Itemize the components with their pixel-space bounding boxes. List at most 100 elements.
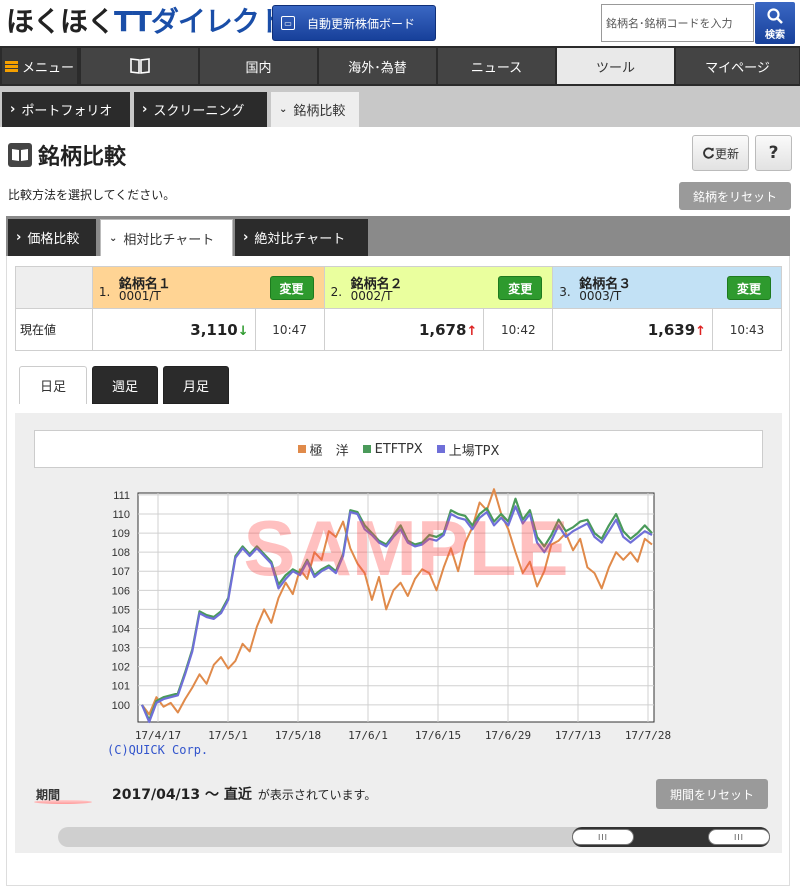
stock-time-1: 10:47 bbox=[254, 308, 325, 351]
refresh-label: 更新 bbox=[714, 146, 739, 161]
subnav-screening[interactable]: › スクリーニング bbox=[134, 92, 267, 127]
y-tick-label: 102 bbox=[112, 662, 130, 674]
chevron-down-icon: ⌄ bbox=[279, 104, 288, 115]
legend-label: ETFTPX bbox=[374, 441, 423, 457]
search-input[interactable] bbox=[601, 4, 754, 42]
logo-text-2: TT bbox=[114, 5, 152, 38]
current-price-label: 現在値 bbox=[15, 308, 93, 351]
table-row: 現在値 3,110↓ 10:47 1,678↑ 10:42 1,639↑ 10:… bbox=[15, 308, 782, 351]
auto-update-board-button[interactable]: ▭ 自動更新株価ボード bbox=[272, 5, 436, 41]
tab-monthly[interactable]: 月足 bbox=[163, 366, 229, 404]
price-value: 3,110 bbox=[190, 320, 238, 339]
header: ほくほくTTダイレクト ▭ 自動更新株価ボード 検索 bbox=[0, 0, 800, 46]
menu-label: メニュー bbox=[21, 60, 74, 76]
sub-nav: › ポートフォリオ › スクリーニング ⌄ 銘柄比較 bbox=[0, 86, 800, 127]
refresh-button[interactable]: 更新 bbox=[692, 135, 749, 171]
book-icon bbox=[129, 58, 150, 74]
chart-legend: 極 洋 ETFTPX 上場TPX bbox=[34, 430, 763, 468]
main-nav: メニュー 国内 海外･為替 ニュース ツール マイページ bbox=[0, 46, 800, 86]
board-icon: ▭ bbox=[281, 16, 295, 30]
refresh-icon bbox=[703, 147, 715, 159]
nav-item-mypage[interactable]: マイページ bbox=[676, 48, 800, 84]
price-value: 1,639 bbox=[647, 320, 696, 339]
arrow-up-icon: ↑ bbox=[466, 323, 478, 339]
change-stock-3-button[interactable]: 変更 bbox=[727, 276, 771, 300]
chart-copyright: (C)QUICK Corp. bbox=[107, 743, 208, 757]
stock-code: 0001/T bbox=[118, 289, 161, 303]
period-suffix: が表示されています。 bbox=[257, 788, 377, 802]
tab-price-compare[interactable]: › 価格比較 bbox=[8, 219, 96, 256]
change-stock-1-button[interactable]: 変更 bbox=[269, 276, 314, 300]
nav-item-overseas[interactable]: 海外･為替 bbox=[319, 48, 437, 84]
reset-period-button[interactable]: 期間をリセット bbox=[656, 779, 768, 809]
x-tick-label: 17/7/13 bbox=[555, 729, 601, 742]
tab-relative-chart-label: 相対比チャート bbox=[123, 232, 215, 248]
x-tick-label: 17/7/28 bbox=[625, 729, 671, 742]
stock-code: 0003/T bbox=[579, 289, 622, 303]
x-tick-label: 17/6/15 bbox=[415, 729, 461, 742]
tab-absolute-chart[interactable]: › 絶対比チャート bbox=[235, 219, 368, 256]
tab-daily[interactable]: 日足 bbox=[19, 366, 87, 404]
nav-item-book[interactable] bbox=[81, 48, 199, 84]
subnav-compare[interactable]: ⌄ 銘柄比較 bbox=[271, 92, 359, 127]
range-handle-right[interactable]: III bbox=[708, 829, 770, 845]
board-button-label: 自動更新株価ボード bbox=[307, 16, 416, 31]
table-row: 1. 銘柄名１ 0001/T 変更 2. 銘柄名２ 0002/T 変更 3. 銘… bbox=[15, 266, 782, 309]
x-tick-label: 17/5/18 bbox=[275, 729, 321, 742]
legend-swatch bbox=[297, 445, 306, 453]
arrow-up-icon: ↑ bbox=[695, 323, 707, 339]
table-corner bbox=[15, 266, 93, 309]
tab-relative-chart[interactable]: ⌄ 相対比チャート bbox=[100, 219, 233, 256]
reset-symbols-button[interactable]: 銘柄をリセット bbox=[679, 182, 791, 210]
y-tick-label: 110 bbox=[112, 509, 130, 521]
stock-num: 1. bbox=[98, 285, 111, 299]
x-tick-label: 17/6/29 bbox=[485, 729, 531, 742]
y-tick-label: 106 bbox=[112, 585, 130, 597]
nav-item-domestic[interactable]: 国内 bbox=[200, 48, 318, 84]
stock-header-2: 2. 銘柄名２ 0002/T 変更 bbox=[323, 266, 554, 309]
tab-weekly[interactable]: 週足 bbox=[92, 366, 158, 404]
page-title: 銘柄比較 bbox=[38, 145, 127, 170]
stock-price-1: 3,110↓ bbox=[91, 308, 256, 351]
y-tick-label: 111 bbox=[113, 490, 130, 502]
range-handle-left[interactable]: III bbox=[572, 829, 634, 845]
subnav-compare-label: 銘柄比較 bbox=[293, 104, 346, 119]
site-logo[interactable]: ほくほくTTダイレクト bbox=[6, 4, 287, 40]
price-value: 1,678 bbox=[418, 320, 467, 339]
stock-time-3: 10:43 bbox=[712, 308, 782, 351]
arrow-down-icon: ↓ bbox=[237, 323, 249, 339]
y-tick-label: 109 bbox=[112, 528, 130, 540]
x-tick-label: 17/6/1 bbox=[348, 729, 388, 742]
chevron-right-icon: › bbox=[243, 230, 249, 245]
legend-swatch bbox=[436, 445, 445, 453]
sample-watermark: SAMPLE bbox=[243, 504, 568, 592]
search-icon bbox=[767, 8, 783, 24]
hamburger-icon bbox=[4, 60, 18, 72]
tab-absolute-chart-label: 絶対比チャート bbox=[254, 232, 346, 247]
chevron-down-icon: ⌄ bbox=[109, 232, 118, 244]
nav-item-news[interactable]: ニュース bbox=[438, 48, 556, 84]
y-tick-label: 105 bbox=[112, 604, 130, 616]
chevron-right-icon: › bbox=[142, 102, 148, 117]
y-tick-label: 100 bbox=[112, 700, 130, 712]
legend-item: 上場TPX bbox=[436, 440, 500, 459]
change-stock-2-button[interactable]: 変更 bbox=[498, 276, 543, 300]
nav-item-tools[interactable]: ツール bbox=[557, 48, 675, 84]
tab-price-compare-label: 価格比較 bbox=[27, 232, 80, 247]
subnav-portfolio[interactable]: › ポートフォリオ bbox=[2, 92, 130, 127]
legend-item: 極 洋 bbox=[297, 440, 349, 459]
y-tick-label: 103 bbox=[112, 643, 130, 655]
y-tick-label: 107 bbox=[112, 566, 130, 578]
legend-label: 極 洋 bbox=[309, 443, 349, 459]
x-tick-label: 17/4/17 bbox=[135, 729, 181, 742]
legend-label: 上場TPX bbox=[448, 443, 500, 459]
help-button[interactable]: ? bbox=[755, 135, 792, 171]
stock-header-3: 3. 銘柄名３ 0003/T 変更 bbox=[552, 266, 782, 309]
y-tick-label: 101 bbox=[112, 681, 130, 693]
logo-text-1: ほくほく bbox=[6, 5, 115, 38]
instruction-text: 比較方法を選択してください。 bbox=[8, 188, 176, 202]
chevron-right-icon: › bbox=[10, 102, 16, 117]
menu-button[interactable]: メニュー bbox=[2, 48, 78, 84]
search-button[interactable]: 検索 bbox=[755, 2, 795, 44]
page-book-icon bbox=[8, 143, 32, 167]
